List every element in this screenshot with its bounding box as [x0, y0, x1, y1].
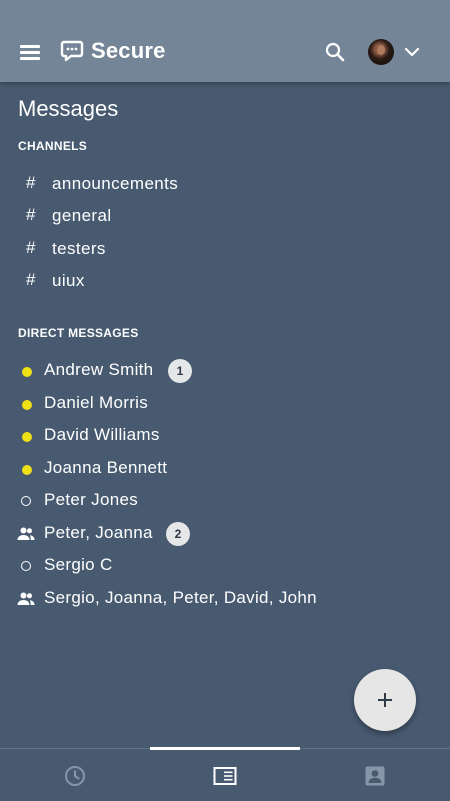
- new-message-button[interactable]: [354, 669, 416, 731]
- dm-item-daniel-morris[interactable]: Daniel Morris: [16, 389, 416, 419]
- dm-label: Joanna Bennett: [44, 458, 168, 477]
- app-title: Secure: [91, 38, 166, 63]
- tab-messages[interactable]: [150, 749, 300, 801]
- app-bar: Secure: [0, 0, 450, 82]
- direct-messages-header: DIRECT MESSAGES: [18, 326, 139, 340]
- online-status-icon: [22, 465, 32, 475]
- chevron-down-icon[interactable]: [400, 40, 424, 64]
- channel-item-announcements[interactable]: # announcements: [18, 169, 318, 199]
- channel-item-uiux[interactable]: # uiux: [18, 266, 318, 296]
- bottom-navigation: [0, 747, 450, 801]
- dm-label: Peter Jones: [44, 490, 139, 509]
- dm-item-andrew-smith[interactable]: Andrew Smith 1: [16, 356, 416, 386]
- plus-icon: [378, 693, 392, 707]
- tab-recent[interactable]: [0, 749, 150, 801]
- list-view-icon: [213, 767, 237, 785]
- contact-icon: [365, 766, 385, 786]
- dm-item-sergio-joanna-peter-david-john[interactable]: Sergio, Joanna, Peter, David, John: [16, 584, 416, 614]
- channels-header: CHANNELS: [18, 139, 88, 153]
- dm-item-sergio-c[interactable]: Sergio C: [16, 551, 416, 581]
- hash-icon: #: [26, 270, 36, 289]
- group-icon: [17, 527, 35, 540]
- hash-icon: #: [26, 238, 36, 257]
- online-status-icon: [22, 367, 32, 377]
- dm-label: Daniel Morris: [44, 393, 149, 412]
- search-icon[interactable]: [323, 40, 347, 64]
- hamburger-menu-icon[interactable]: [19, 42, 43, 62]
- channel-label: testers: [52, 239, 106, 258]
- channel-item-testers[interactable]: # testers: [18, 234, 318, 264]
- offline-status-icon: [21, 561, 31, 571]
- dm-label: Sergio, Joanna, Peter, David, John: [44, 588, 317, 607]
- dm-item-peter-joanna[interactable]: Peter, Joanna 2: [16, 519, 416, 549]
- dm-item-joanna-bennett[interactable]: Joanna Bennett: [16, 454, 416, 484]
- clock-icon: [65, 766, 85, 786]
- unread-badge: 2: [166, 522, 190, 546]
- channel-label: announcements: [52, 174, 179, 193]
- dm-item-david-williams[interactable]: David Williams: [16, 421, 416, 451]
- dm-label: Andrew Smith: [44, 360, 154, 379]
- tab-contacts[interactable]: [300, 749, 450, 801]
- dm-label: David Williams: [44, 425, 160, 444]
- page-title: Messages: [18, 96, 119, 121]
- dm-label: Sergio C: [44, 555, 113, 574]
- chat-bubble-logo-icon: [60, 40, 84, 62]
- hash-icon: #: [26, 173, 36, 192]
- group-icon: [17, 592, 35, 605]
- channel-item-general[interactable]: # general: [18, 201, 318, 231]
- online-status-icon: [22, 400, 32, 410]
- dm-label: Peter, Joanna: [44, 523, 153, 542]
- channel-label: general: [52, 206, 112, 225]
- dm-item-peter-jones[interactable]: Peter Jones: [16, 486, 416, 516]
- offline-status-icon: [21, 496, 31, 506]
- unread-badge: 1: [168, 359, 192, 383]
- hash-icon: #: [26, 205, 36, 224]
- online-status-icon: [22, 432, 32, 442]
- channel-label: uiux: [52, 271, 85, 290]
- user-avatar[interactable]: [368, 39, 394, 65]
